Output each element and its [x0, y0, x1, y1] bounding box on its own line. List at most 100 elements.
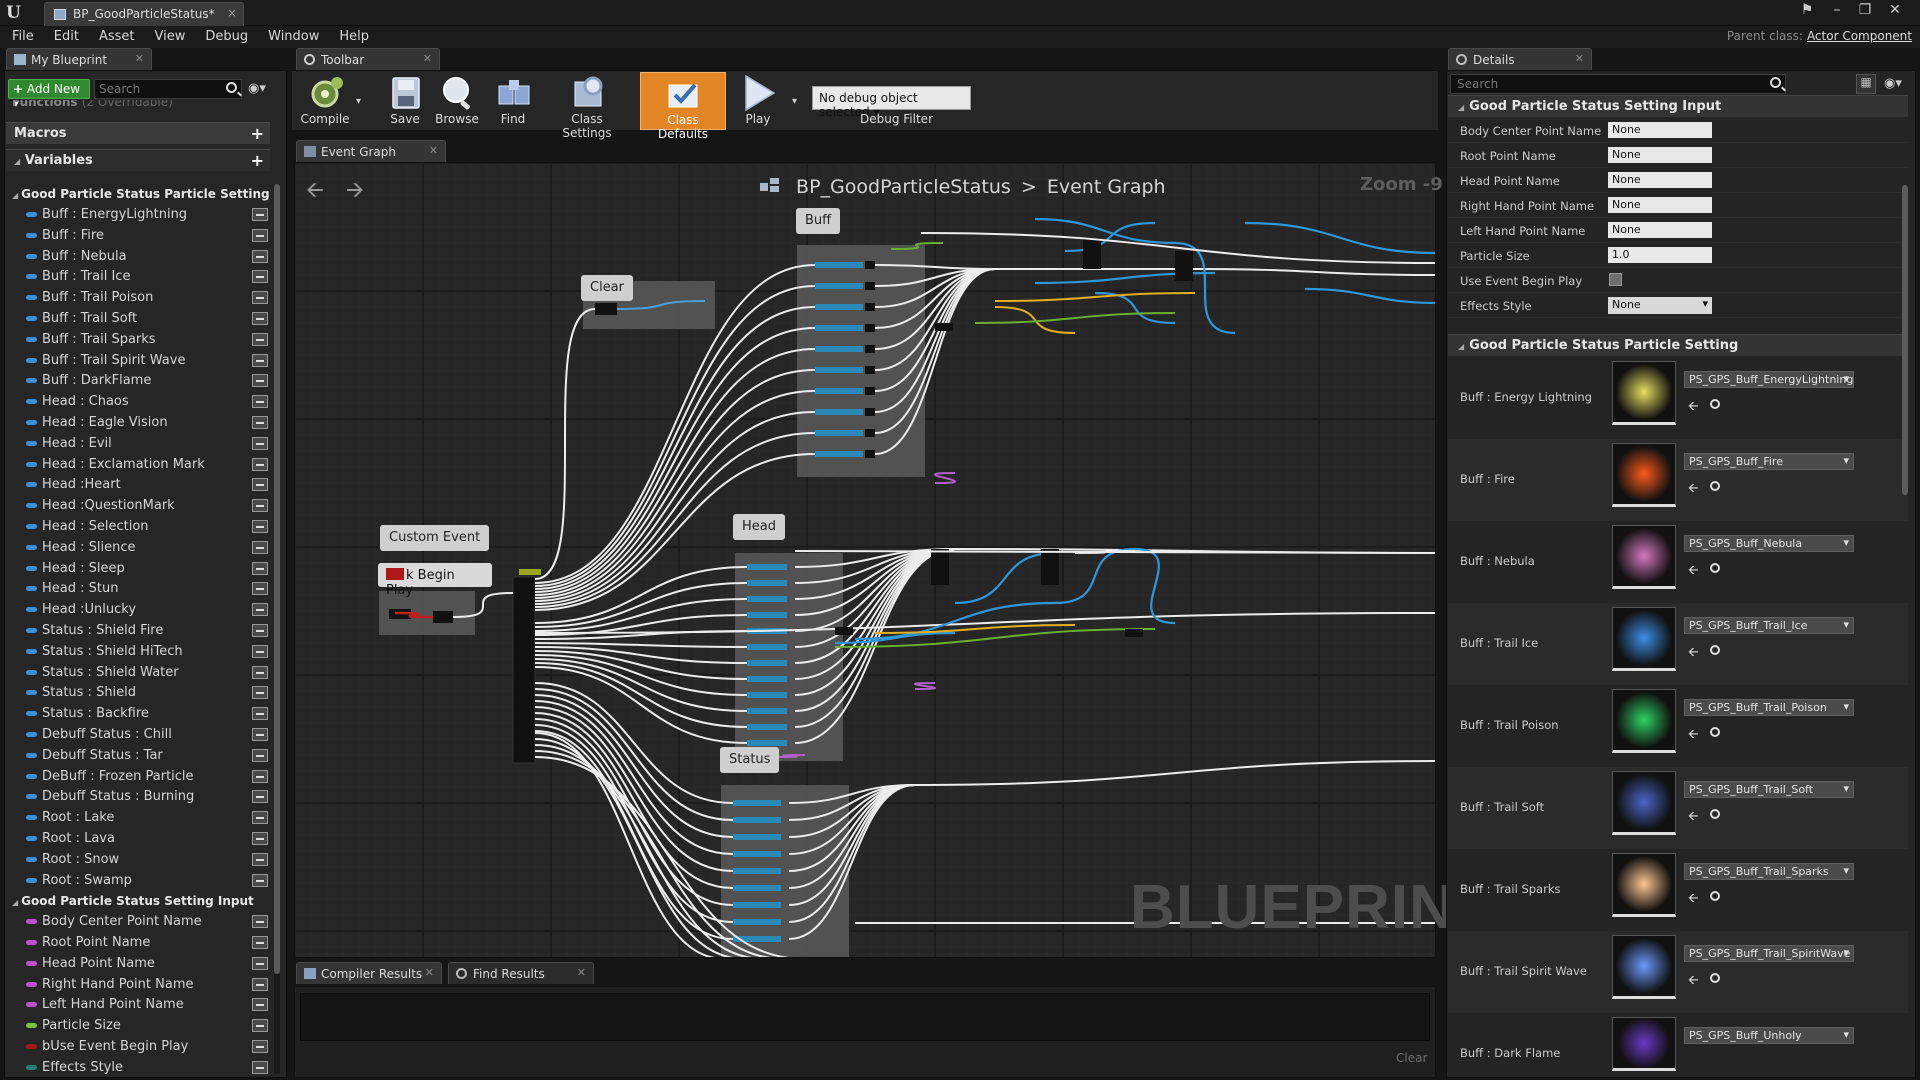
visibility-eye-icon[interactable]	[252, 353, 268, 367]
particle-thumbnail[interactable]	[1612, 607, 1676, 671]
notification-icon[interactable]: ⚑	[1794, 2, 1820, 20]
particle-thumbnail[interactable]	[1612, 771, 1676, 835]
visibility-eye-icon[interactable]	[252, 499, 268, 513]
menu-asset[interactable]: Asset	[87, 26, 143, 44]
view-options-icon[interactable]: ◉▾	[1884, 76, 1902, 91]
asset-picker-combo[interactable]: PS_GPS_Buff_Trail_Sparks	[1684, 863, 1854, 880]
browse-asset-icon[interactable]	[1710, 563, 1720, 573]
particle-thumbnail[interactable]	[1612, 935, 1676, 999]
variable-item[interactable]: Status : Shield Fire	[6, 621, 270, 642]
variable-item[interactable]: Buff : Trail Sparks	[6, 330, 270, 351]
visibility-eye-icon[interactable]	[252, 852, 268, 866]
variable-item[interactable]: Root Point Name	[6, 933, 270, 954]
visibility-eye-icon[interactable]	[252, 478, 268, 492]
tab-find-results[interactable]: Find Results ✕	[448, 962, 594, 984]
close-icon[interactable]: ✕	[423, 52, 432, 65]
functions-section[interactable]: Functions (2 Overridable)	[6, 100, 270, 114]
browse-asset-icon[interactable]	[1710, 973, 1720, 983]
visibility-eye-icon[interactable]	[252, 977, 268, 991]
details-scrollbar[interactable]	[1902, 185, 1908, 495]
variable-item[interactable]: Right Hand Point Name	[6, 975, 270, 996]
close-window-button[interactable]: ✕	[1882, 2, 1908, 20]
property-dropdown[interactable]: None ▾	[1608, 297, 1712, 314]
property-value-field[interactable]: None	[1608, 172, 1712, 188]
close-icon[interactable]: ✕	[429, 144, 438, 157]
browse-asset-icon[interactable]	[1710, 399, 1720, 409]
use-selected-icon[interactable]: 🡨	[1688, 397, 1699, 419]
variable-item[interactable]: Buff : Trail Poison	[6, 288, 270, 309]
play-options-icon[interactable]: ▾	[792, 96, 804, 108]
visibility-eye-icon[interactable]	[252, 519, 268, 533]
asset-picker-combo[interactable]: PS_GPS_Buff_Nebula	[1684, 535, 1854, 552]
visibility-eye-icon[interactable]	[252, 208, 268, 221]
variable-item[interactable]: Head :Unlucky	[6, 600, 270, 621]
property-matrix-icon[interactable]: ▦	[1856, 74, 1876, 94]
menu-view[interactable]: View	[143, 26, 194, 44]
asset-picker-combo[interactable]: PS_GPS_Buff_Unholy	[1684, 1027, 1854, 1044]
tab-my-blueprint[interactable]: My Blueprint ✕	[6, 48, 152, 70]
tab-details[interactable]: Details ✕	[1448, 48, 1592, 70]
menu-file[interactable]: File	[0, 26, 42, 44]
property-value-field[interactable]: None	[1608, 197, 1712, 213]
save-button[interactable]: Save	[376, 72, 434, 130]
variable-item[interactable]: Head : Selection	[6, 517, 270, 538]
visibility-eye-icon[interactable]	[252, 582, 268, 596]
variable-item[interactable]: Buff : Trail Ice	[6, 267, 270, 288]
play-button[interactable]: Play	[732, 72, 784, 130]
variable-item[interactable]: Buff : DarkFlame	[6, 371, 270, 392]
visibility-eye-icon[interactable]	[252, 374, 268, 388]
visibility-eye-icon[interactable]	[252, 561, 268, 575]
variable-item[interactable]: Particle Size	[6, 1016, 270, 1037]
use-selected-icon[interactable]: 🡨	[1688, 889, 1699, 911]
variable-item[interactable]: Head : Chaos	[6, 392, 270, 413]
browse-asset-icon[interactable]	[1710, 891, 1720, 901]
particle-thumbnail[interactable]	[1612, 689, 1676, 753]
visibility-eye-icon[interactable]	[252, 686, 268, 700]
details-search-input[interactable]: Search	[1450, 74, 1786, 94]
document-tab[interactable]: BP_GoodParticleStatus* ×	[44, 2, 244, 26]
scroll-thumb[interactable]	[274, 184, 280, 974]
variable-item[interactable]: Head : Evil	[6, 434, 270, 455]
asset-picker-combo[interactable]: PS_GPS_Buff_Fire	[1684, 453, 1854, 470]
close-icon[interactable]: ✕	[425, 966, 434, 979]
use-selected-icon[interactable]: 🡨	[1688, 725, 1699, 747]
close-icon[interactable]: ×	[227, 6, 237, 20]
variable-item[interactable]: Status : Shield Water	[6, 663, 270, 684]
browse-asset-icon[interactable]	[1710, 645, 1720, 655]
visibility-eye-icon[interactable]	[252, 1040, 268, 1054]
visibility-eye-icon[interactable]	[252, 831, 268, 845]
use-selected-icon[interactable]: 🡨	[1688, 643, 1699, 665]
use-selected-icon[interactable]: 🡨	[1688, 807, 1699, 829]
variable-item[interactable]: Buff : Trail Soft	[6, 309, 270, 330]
menu-window[interactable]: Window	[256, 26, 327, 44]
comment-status[interactable]: Status	[720, 747, 780, 773]
comment-clear[interactable]: Clear	[581, 275, 633, 301]
property-value-field[interactable]: None	[1608, 222, 1712, 238]
asset-picker-combo[interactable]: PS_GPS_Buff_Trail_Soft	[1684, 781, 1854, 798]
variable-item[interactable]: Root : Swamp	[6, 871, 270, 892]
variable-item[interactable]: Buff : Nebula	[6, 247, 270, 268]
asset-picker-combo[interactable]: PS_GPS_Buff_Trail_Poison	[1684, 699, 1854, 716]
comment-head[interactable]: Head	[733, 514, 785, 540]
menu-help[interactable]: Help	[327, 26, 377, 44]
particle-thumbnail[interactable]	[1612, 443, 1676, 507]
visibility-eye-icon[interactable]	[252, 603, 268, 617]
use-selected-icon[interactable]: 🡨	[1688, 479, 1699, 501]
variable-item[interactable]: Root : Snow	[6, 850, 270, 871]
browse-button[interactable]: Browse	[428, 72, 486, 130]
particle-thumbnail[interactable]	[1612, 525, 1676, 589]
class-settings-button[interactable]: Class Settings	[546, 72, 628, 140]
variable-item[interactable]: Buff : Fire	[6, 226, 270, 247]
visibility-eye-icon[interactable]	[252, 395, 268, 409]
class-defaults-button[interactable]: Class Defaults	[640, 72, 726, 141]
visibility-eye-icon[interactable]	[252, 457, 268, 471]
visibility-eye-icon[interactable]	[252, 415, 268, 429]
breadcrumb-blueprint[interactable]: BP_GoodParticleStatus	[796, 176, 1011, 198]
visibility-eye-icon[interactable]	[252, 748, 268, 762]
visibility-eye-icon[interactable]	[252, 707, 268, 721]
particle-thumbnail[interactable]	[1612, 1017, 1676, 1071]
variable-item[interactable]: DeBuff : Frozen Particle	[6, 767, 270, 788]
debug-object-select[interactable]: No debug object selected ▾	[812, 86, 971, 119]
variable-item[interactable]: Effects Style	[6, 1058, 270, 1074]
variables-scrollbar[interactable]	[274, 184, 280, 1074]
